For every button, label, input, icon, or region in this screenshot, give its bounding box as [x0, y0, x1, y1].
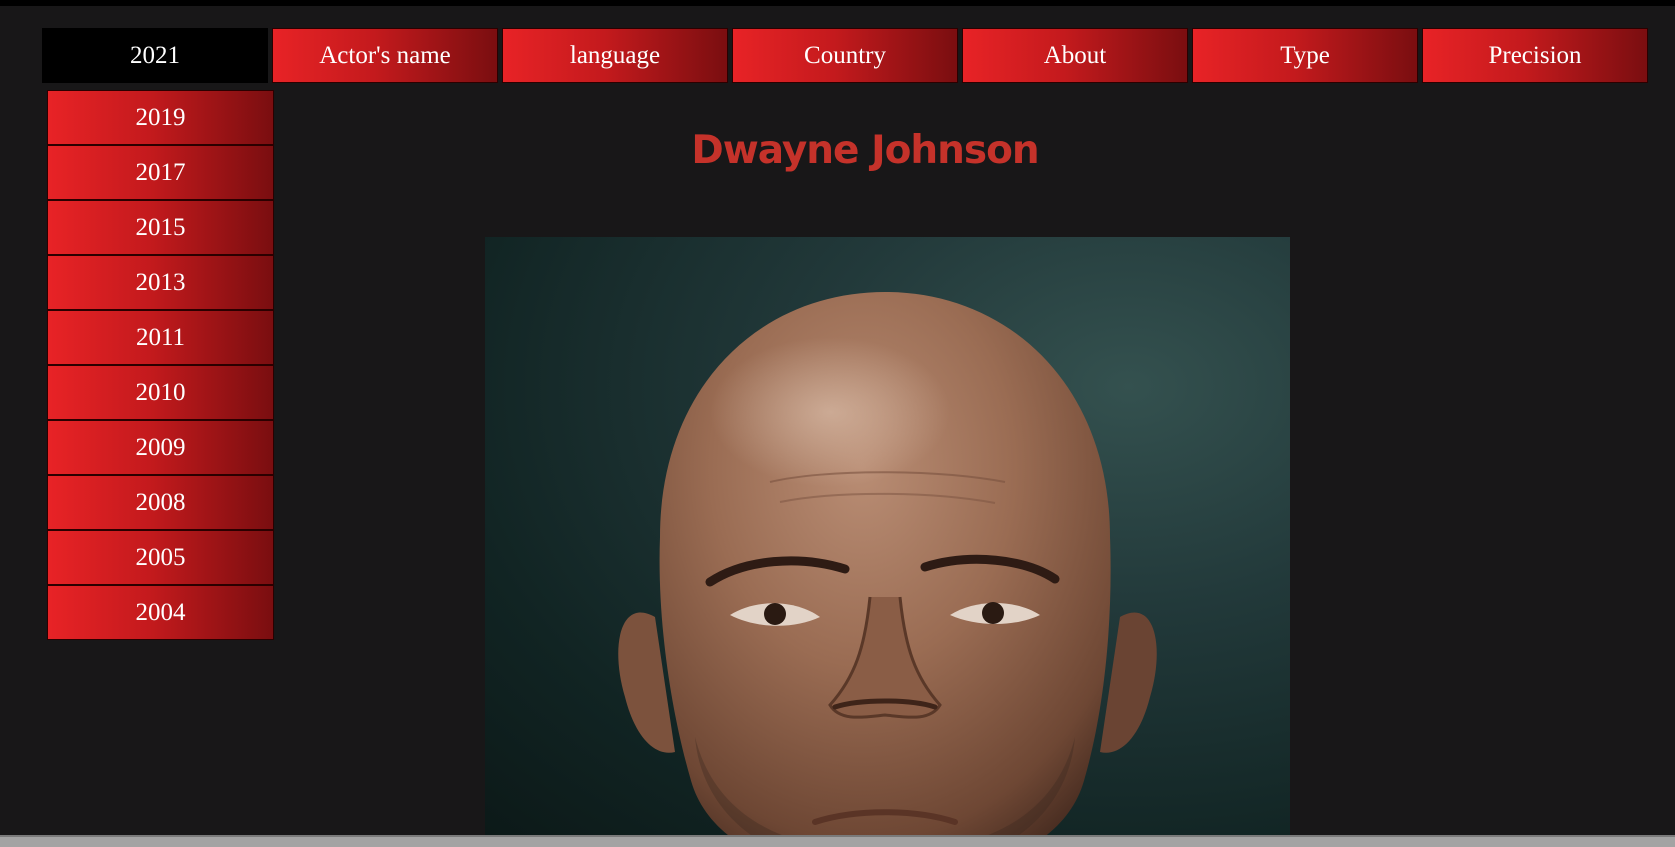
- year-item-2019[interactable]: 2019: [47, 90, 274, 145]
- tab-actors-name[interactable]: Actor's name: [272, 28, 498, 83]
- tab-country[interactable]: Country: [732, 28, 958, 83]
- tab-precision[interactable]: Precision: [1422, 28, 1648, 83]
- year-item-2008[interactable]: 2008: [47, 475, 274, 530]
- year-item-2010[interactable]: 2010: [47, 365, 274, 420]
- page-title: Dwayne Johnson: [691, 128, 1039, 173]
- top-strip: [0, 0, 1675, 6]
- year-item-2011[interactable]: 2011: [47, 310, 274, 365]
- year-item-2009[interactable]: 2009: [47, 420, 274, 475]
- year-item-2015[interactable]: 2015: [47, 200, 274, 255]
- year-menu: 2019 2017 2015 2013 2011 2010 2009 2008 …: [47, 90, 274, 640]
- tab-type[interactable]: Type: [1192, 28, 1418, 83]
- top-nav: 2021 Actor's name language Country About…: [42, 28, 1648, 83]
- portrait-photo: [485, 237, 1290, 835]
- tab-about[interactable]: About: [962, 28, 1188, 83]
- portrait-illustration: [618, 292, 1157, 835]
- tab-2021[interactable]: 2021: [42, 28, 268, 83]
- horizontal-scrollbar[interactable]: [0, 835, 1675, 847]
- year-item-2005[interactable]: 2005: [47, 530, 274, 585]
- year-item-2017[interactable]: 2017: [47, 145, 274, 200]
- year-item-2013[interactable]: 2013: [47, 255, 274, 310]
- tab-language[interactable]: language: [502, 28, 728, 83]
- year-item-2004[interactable]: 2004: [47, 585, 274, 640]
